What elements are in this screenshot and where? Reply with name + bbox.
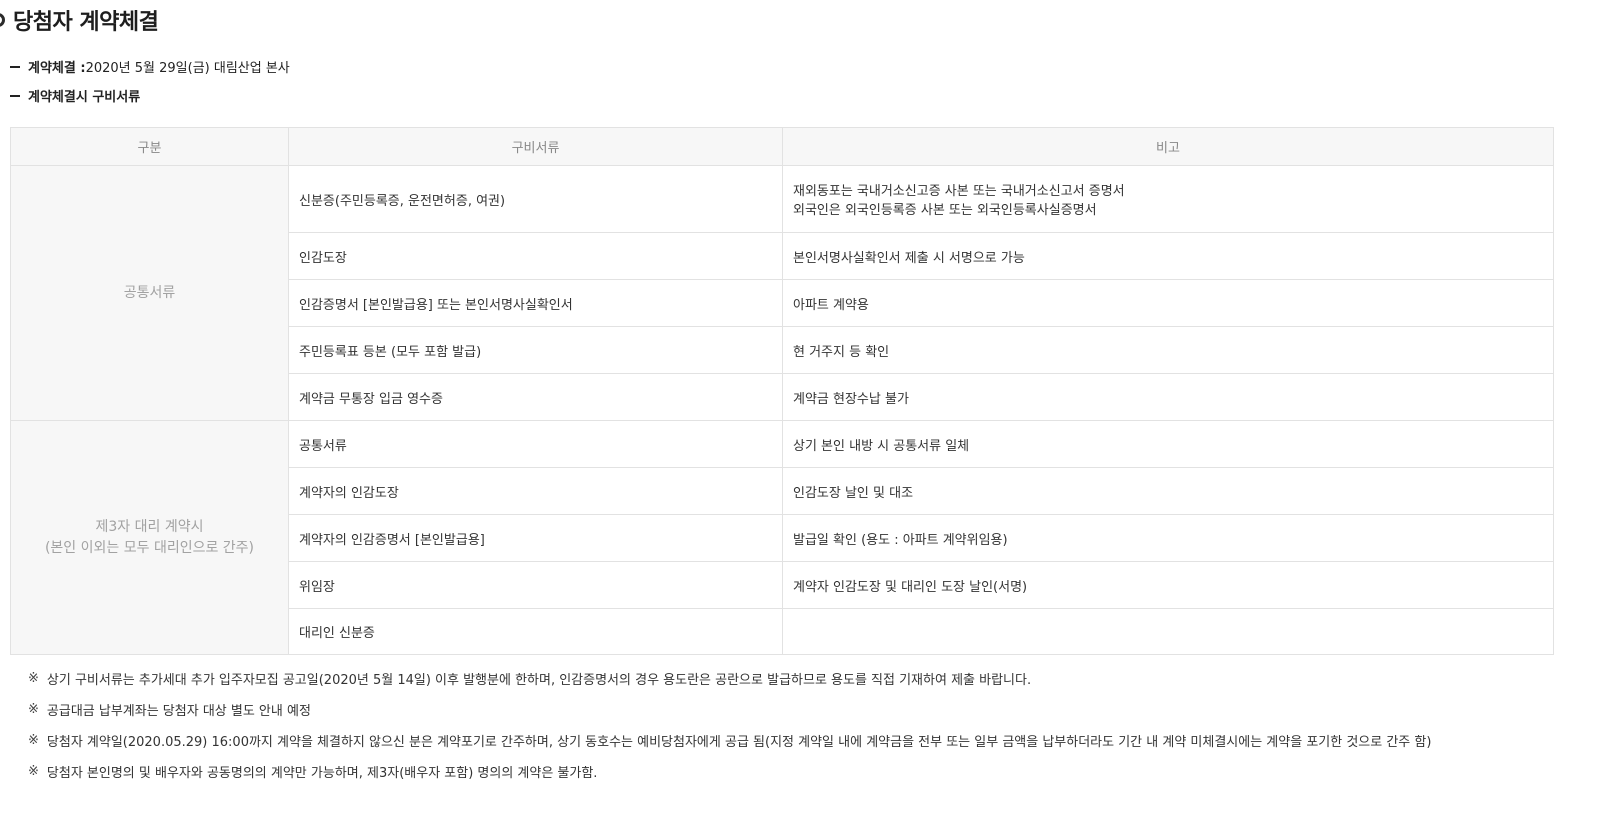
group-label: 제3자 대리 계약시 [95,518,204,535]
header-documents: 구비서류 [288,127,783,166]
note-item: ※ 당첨자 계약일(2020.05.29) 16:00까지 계약을 체결하지 않… [28,725,1431,756]
header-category: 구분 [10,127,289,166]
document-cell: 신분증(주민등록증, 운전면허증, 여권) [288,165,783,233]
reference-mark-icon: ※ [28,764,39,779]
remark-line: 재외동포는 국내거소신고증 사본 또는 국내거소신고서 증명서 [793,184,1125,199]
remark-cell: 아파트 계약용 [782,279,1554,327]
remark-cell: 인감도장 날인 및 대조 [782,467,1554,515]
document-cell: 계약금 무통장 입금 영수증 [288,373,783,421]
document-cell: 위임장 [288,561,783,609]
document-cell: 인감도장 [288,232,783,280]
reference-mark-icon: ※ [28,733,39,748]
document-cell: 계약자의 인감도장 [288,467,783,515]
document-cell: 계약자의 인감증명서 [본인발급용] [288,514,783,562]
note-text: 당첨자 본인명의 및 배우자와 공동명의의 계약만 가능하며, 제3자(배우자 … [46,766,598,781]
document-cell: 대리인 신분증 [288,608,783,655]
table-row: 공통서류 신분증(주민등록증, 운전면허증, 여권) 재외동포는 국내거소신고증… [10,165,1554,421]
info-label: 계약체결 : [28,61,86,76]
remark-cell: 상기 본인 내방 시 공통서류 일체 [782,420,1554,468]
group-label: 공통서류 [123,284,176,301]
remark-cell: 발급일 확인 (용도 : 아파트 계약위임용) [782,514,1554,562]
info-required-docs: 계약체결시 구비서류 [10,86,140,105]
info-contract-date: 계약체결 : 2020년 5월 29일(금) 대림산업 본사 [10,57,290,76]
page-title: 당첨자 계약체결 [13,10,159,35]
remark-cell [782,608,1554,655]
note-item: ※ 공급대금 납부계좌는 당첨자 대상 별도 안내 예정 [28,694,1431,725]
table-header-row: 구분 구비서류 비고 [10,127,1554,166]
group-proxy-contract: 제3자 대리 계약시 (본인 이외는 모두 대리인으로 간주) [10,420,289,655]
required-documents-table: 구분 구비서류 비고 공통서류 신분증(주민등록증, 운전면허증, 여권) 재외… [10,127,1554,655]
dash-icon [10,94,20,97]
header-remarks: 비고 [782,127,1554,166]
section-title-row: 당첨자 계약체결 [0,4,159,36]
remark-cell: 재외동포는 국내거소신고증 사본 또는 국내거소신고서 증명서 외국인은 외국인… [782,165,1554,233]
note-text: 공급대금 납부계좌는 당첨자 대상 별도 안내 예정 [46,704,311,719]
info-label: 계약체결시 구비서류 [28,90,141,105]
remark-cell: 계약자 인감도장 및 대리인 도장 날인(서명) [782,561,1554,609]
remark-cell: 본인서명사실확인서 제출 시 서명으로 가능 [782,232,1554,280]
note-item: ※ 상기 구비서류는 추가세대 추가 입주자모집 공고일(2020년 5월 14… [28,663,1431,694]
remark-line: 외국인은 외국인등록증 사본 또는 외국인등록사실증명서 [793,203,1097,218]
group-common-docs: 공통서류 [10,165,289,421]
reference-mark-icon: ※ [28,702,39,717]
remark-cell: 계약금 현장수납 불가 [782,373,1554,421]
group-sublabel: (본인 이외는 모두 대리인으로 간주) [44,539,255,556]
note-text: 상기 구비서류는 추가세대 추가 입주자모집 공고일(2020년 5월 14일)… [46,673,1032,688]
document-cell: 주민등록표 등본 (모두 포함 발급) [288,326,783,374]
reference-mark-icon: ※ [28,671,39,686]
circle-bullet-icon [0,13,5,27]
dash-icon [10,65,20,68]
note-item: ※ 당첨자 본인명의 및 배우자와 공동명의의 계약만 가능하며, 제3자(배우… [28,756,1431,787]
info-value: 2020년 5월 29일(금) 대림산업 본사 [85,61,290,76]
remark-cell: 현 거주지 등 확인 [782,326,1554,374]
document-cell: 인감증명서 [본인발급용] 또는 본인서명사실확인서 [288,279,783,327]
table-row: 제3자 대리 계약시 (본인 이외는 모두 대리인으로 간주) 공통서류 상기 … [10,420,1554,655]
note-text: 당첨자 계약일(2020.05.29) 16:00까지 계약을 체결하지 않으신… [46,735,1432,750]
document-cell: 공통서류 [288,420,783,468]
notes-list: ※ 상기 구비서류는 추가세대 추가 입주자모집 공고일(2020년 5월 14… [28,663,1431,787]
